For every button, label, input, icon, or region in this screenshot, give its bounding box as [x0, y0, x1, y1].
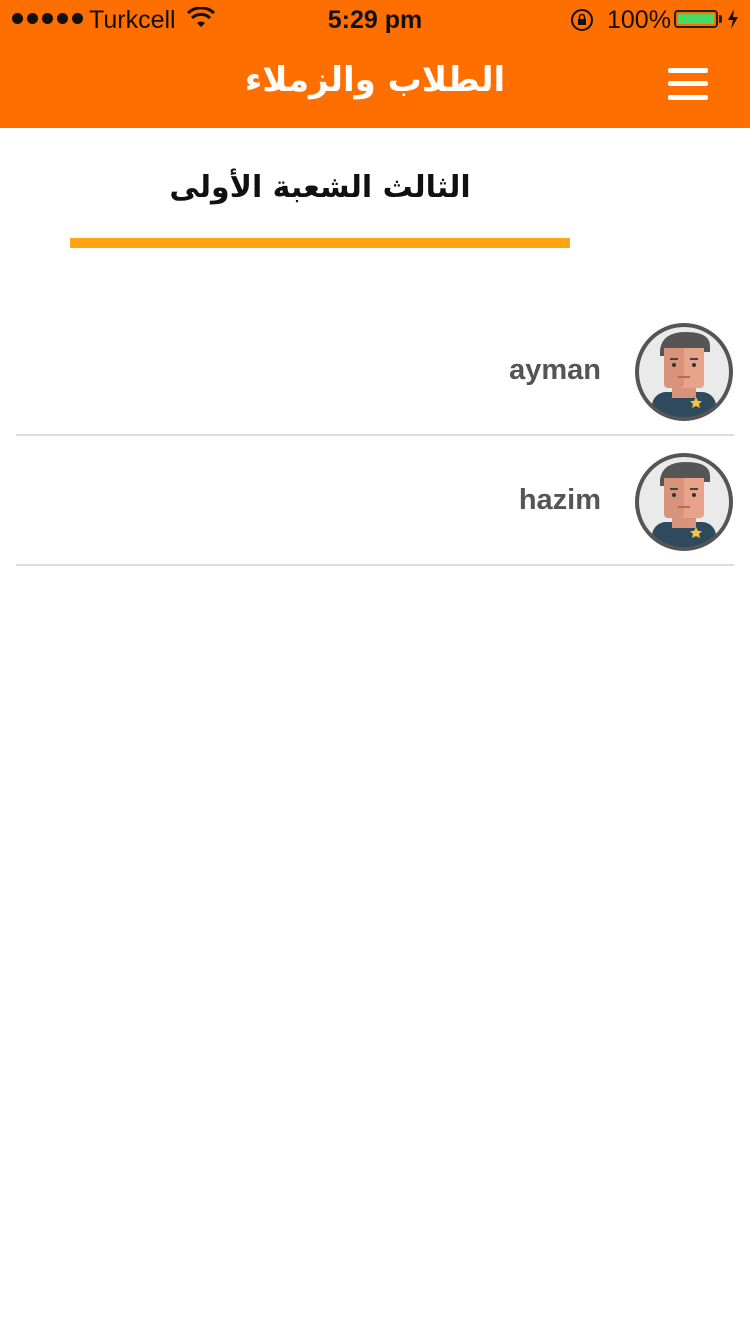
student-name: ayman [509, 354, 601, 386]
students-list: ayman hazim [16, 306, 734, 566]
app-header: Turkcell 5:29 pm 100% الطلاب والزملاء [0, 0, 750, 128]
menu-button[interactable] [662, 64, 714, 104]
status-bar: Turkcell 5:29 pm 100% [0, 0, 750, 40]
charging-bolt-icon [728, 9, 738, 29]
student-name: hazim [518, 484, 601, 516]
battery-percentage: 100% [607, 6, 671, 34]
page-title: الطلاب والزملاء [244, 60, 506, 100]
battery-icon [674, 10, 718, 28]
student-avatar-icon [635, 323, 733, 421]
section-underline [70, 238, 570, 248]
list-item[interactable]: ayman [16, 306, 734, 436]
class-section-title: الثالث الشعبة الأولى [169, 170, 471, 205]
rotation-lock-icon [571, 9, 593, 31]
student-avatar-icon [635, 453, 733, 551]
list-item[interactable]: hazim [16, 436, 734, 566]
battery-tip [719, 15, 722, 23]
